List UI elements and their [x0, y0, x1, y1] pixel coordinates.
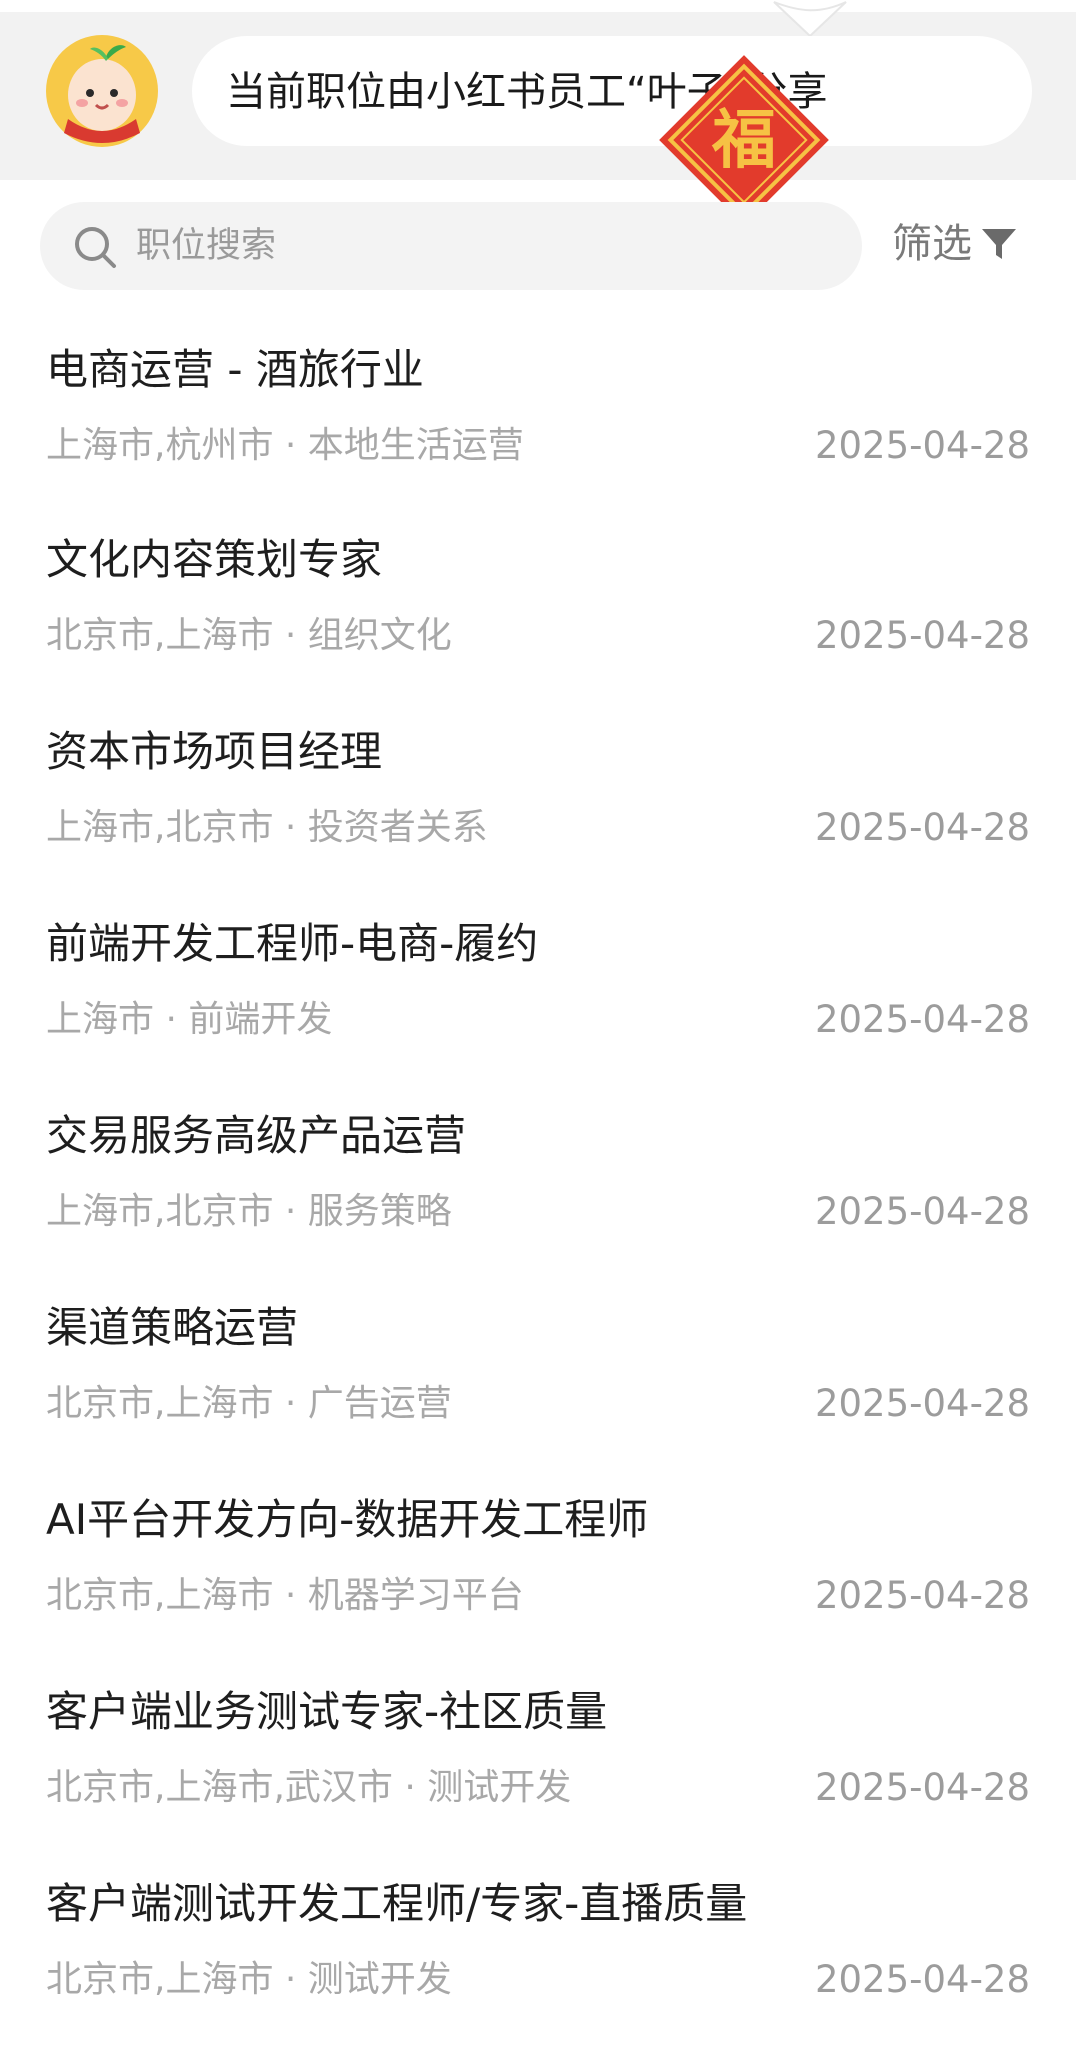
job-meta: 上海市,北京市 · 投资者关系: [46, 807, 488, 848]
job-date: 2025-04-28: [814, 424, 1030, 467]
fu-badge-char: 福: [711, 104, 776, 178]
job-meta: 上海市,杭州市 · 本地生活运营: [46, 425, 524, 466]
filter-funnel-icon: [982, 229, 1016, 259]
job-date: 2025-04-28: [814, 806, 1030, 849]
job-date: 2025-04-28: [814, 1766, 1030, 1809]
speech-bubble-tail: [773, 1, 847, 38]
job-title: 电商运营 - 酒旅行业: [46, 345, 424, 394]
job-title: 资本市场项目经理: [46, 727, 383, 776]
job-title: 客户端业务测试专家-社区质量: [46, 1687, 608, 1736]
job-list-item[interactable]: 文化内容策划专家 北京市,上海市 · 组织文化 2025-04-28: [0, 530, 1076, 720]
job-title: 前端开发工程师-电商-履约: [46, 919, 539, 968]
job-title: 渠道策略运营: [46, 1303, 299, 1352]
job-meta: 北京市,上海市 · 机器学习平台: [46, 1575, 524, 1616]
job-date: 2025-04-28: [814, 998, 1030, 1041]
job-title: 文化内容策划专家: [46, 535, 383, 584]
search-icon: [75, 227, 116, 268]
avatar[interactable]: [44, 33, 160, 149]
job-meta: 北京市,上海市 · 测试开发: [46, 1959, 452, 2000]
job-date: 2025-04-28: [814, 1382, 1030, 1425]
job-list-item[interactable]: 前端开发工程师-电商-履约 上海市 · 前端开发 2025-04-28: [0, 914, 1076, 1104]
job-date: 2025-04-28: [814, 1190, 1030, 1233]
job-title: 交易服务高级产品运营: [46, 1111, 467, 1160]
job-list-item[interactable]: 客户端业务测试专家-社区质量 北京市,上海市,武汉市 · 测试开发 2025-0…: [0, 1682, 1076, 1872]
job-meta: 北京市,上海市 · 组织文化: [46, 615, 452, 656]
job-list-item[interactable]: 电商运营 - 酒旅行业 上海市,杭州市 · 本地生活运营 2025-04-28: [0, 340, 1076, 530]
job-meta: 北京市,上海市 · 广告运营: [46, 1383, 452, 1424]
filter-label: 筛选: [892, 221, 972, 267]
job-list-item[interactable]: 交易服务高级产品运营 上海市,北京市 · 服务策略 2025-04-28: [0, 1106, 1076, 1296]
filter-button[interactable]: 筛选: [892, 216, 1042, 272]
job-meta: 上海市 · 前端开发: [46, 999, 333, 1040]
job-title: AI平台开发方向-数据开发工程师: [46, 1495, 649, 1544]
job-list-item[interactable]: 客户端测试开发工程师/专家-直播质量 北京市,上海市 · 测试开发 2025-0…: [0, 1874, 1076, 2064]
search-placeholder: 职位搜索: [136, 226, 277, 266]
job-date: 2025-04-28: [814, 614, 1030, 657]
job-meta: 北京市,上海市,武汉市 · 测试开发: [46, 1767, 572, 1808]
job-list-item[interactable]: 资本市场项目经理 上海市,北京市 · 投资者关系 2025-04-28: [0, 722, 1076, 912]
job-title: 客户端测试开发工程师/专家-直播质量: [46, 1879, 748, 1928]
job-list-item[interactable]: 渠道策略运营 北京市,上海市 · 广告运营 2025-04-28: [0, 1298, 1076, 1488]
job-meta: 上海市,北京市 · 服务策略: [46, 1191, 452, 1232]
job-date: 2025-04-28: [814, 1958, 1030, 2001]
job-date: 2025-04-28: [814, 1574, 1030, 1617]
job-list-item[interactable]: AI平台开发方向-数据开发工程师 北京市,上海市 · 机器学习平台 2025-0…: [0, 1490, 1076, 1680]
